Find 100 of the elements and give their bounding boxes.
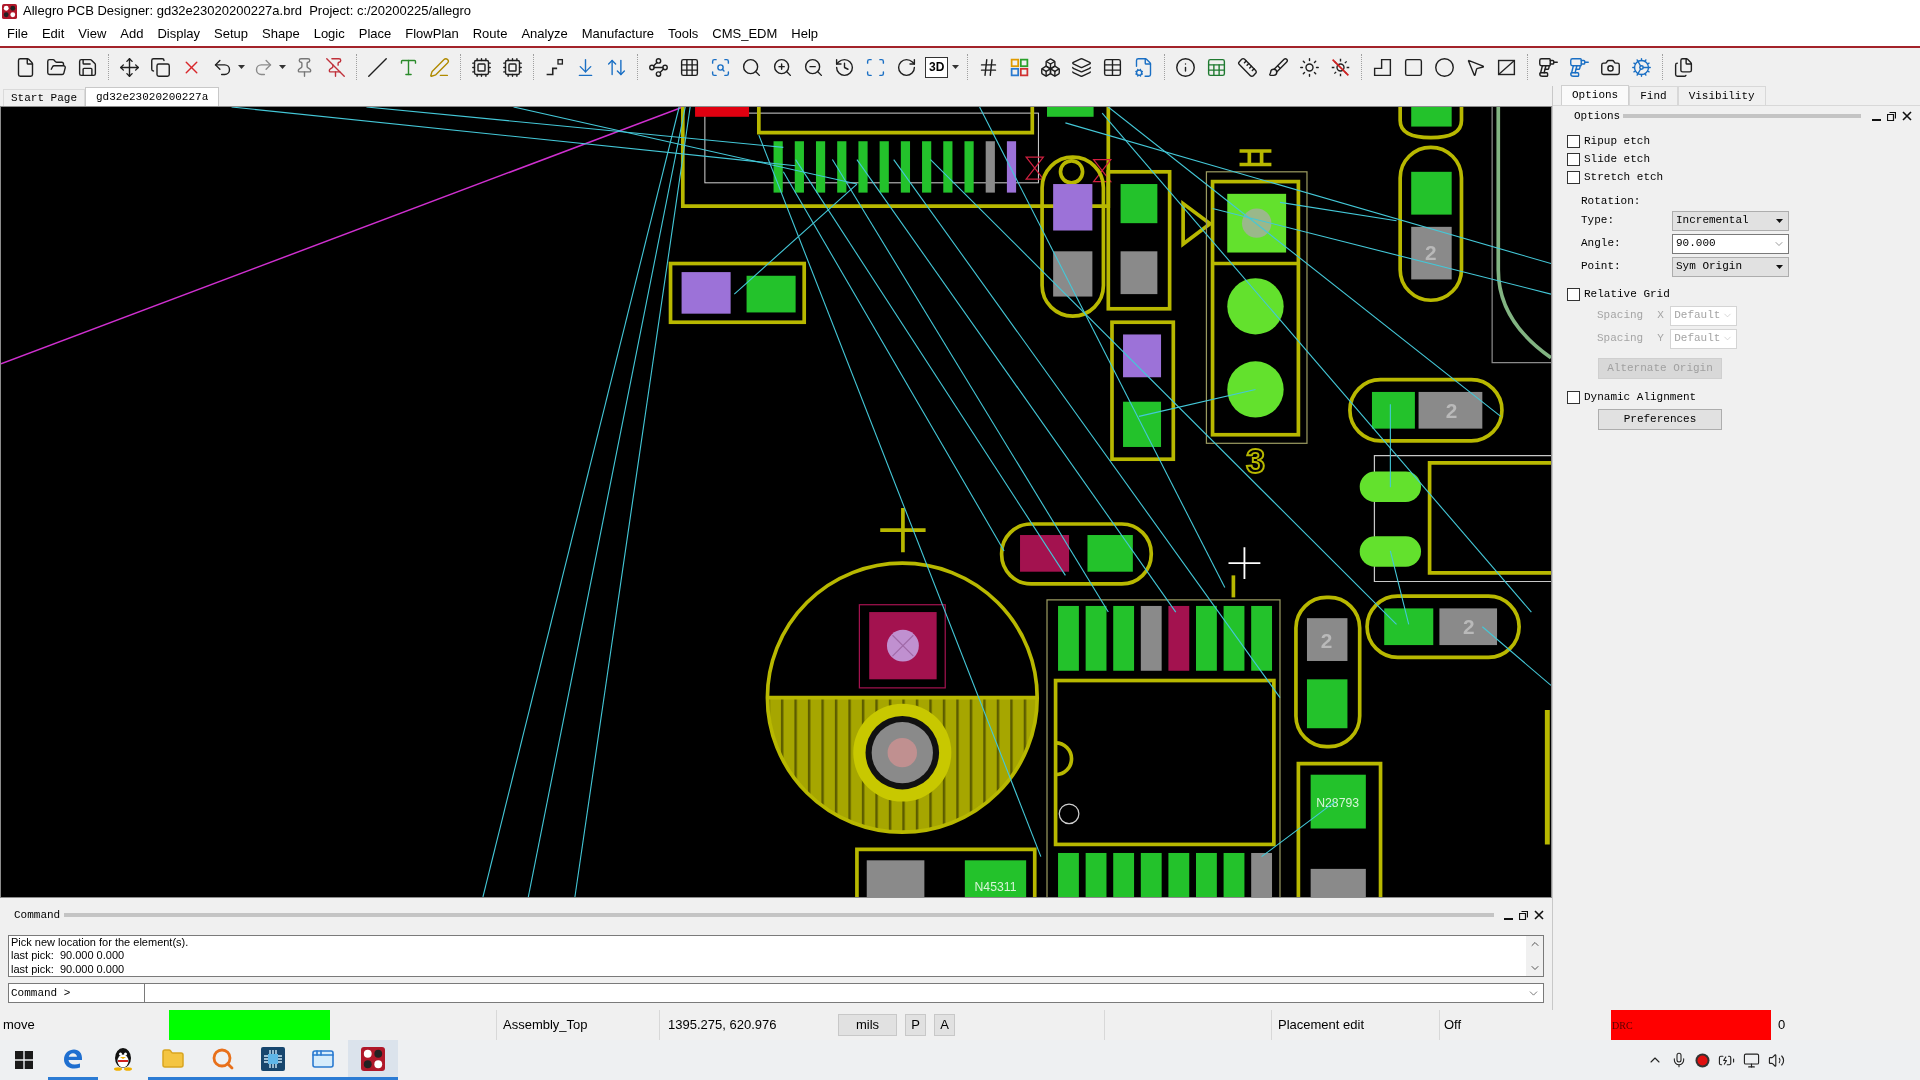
close-icon[interactable] xyxy=(1534,910,1544,920)
cursor-coordinates: 1395.275, 620.976 xyxy=(667,1016,778,1035)
command-input[interactable] xyxy=(145,983,1544,1003)
search-icon[interactable] xyxy=(741,56,762,78)
color-squares-icon[interactable] xyxy=(1009,56,1031,78)
field-label: Angle: xyxy=(1581,236,1622,252)
folder-icon[interactable] xyxy=(46,56,67,78)
sun-slash-icon[interactable] xyxy=(1330,56,1352,78)
panel-tab[interactable]: Find xyxy=(1629,86,1678,105)
windows-logo-icon[interactable] xyxy=(15,1051,33,1069)
checkbox[interactable] xyxy=(1567,152,1580,166)
menu-item[interactable]: FlowPlan xyxy=(398,24,466,44)
menu-item[interactable]: Logic xyxy=(306,24,352,44)
monitor-icon[interactable] xyxy=(1743,1051,1760,1069)
brush-icon[interactable] xyxy=(1268,56,1290,78)
toggle-button[interactable]: P xyxy=(905,1014,926,1036)
taskbar-button[interactable] xyxy=(348,1040,398,1080)
menu-item[interactable]: View xyxy=(71,24,114,44)
menu-item[interactable]: Display xyxy=(150,24,208,44)
ruler-icon[interactable] xyxy=(1237,56,1259,78)
chip-icon[interactable] xyxy=(502,56,523,78)
caret-icon[interactable] xyxy=(238,65,245,69)
history-icon[interactable] xyxy=(834,56,855,78)
checkbox-label: Relative Grid xyxy=(1584,286,1670,302)
sun-icon[interactable] xyxy=(1299,56,1321,78)
panel-tab[interactable]: Options xyxy=(1561,85,1630,105)
zoom-search-icon[interactable] xyxy=(710,56,731,78)
refresh-icon[interactable] xyxy=(896,56,917,78)
panel-tab[interactable]: Visibility xyxy=(1677,86,1766,105)
pin-off-icon[interactable] xyxy=(325,56,346,78)
axis-label: Y xyxy=(1657,331,1665,347)
checkbox[interactable] xyxy=(1567,134,1580,148)
menu-item[interactable]: Analyze xyxy=(514,24,575,44)
menu-item[interactable]: Shape xyxy=(255,24,307,44)
close-icon[interactable] xyxy=(1902,111,1912,121)
stacked-pages-icon[interactable] xyxy=(1673,56,1695,78)
move-icon[interactable] xyxy=(119,56,140,78)
chip-icon[interactable] xyxy=(471,56,492,78)
scan-frame-icon[interactable] xyxy=(865,56,886,78)
plus-marker xyxy=(878,506,928,554)
gear-icon[interactable] xyxy=(1631,56,1653,78)
units-button[interactable]: mils xyxy=(838,1014,897,1036)
microphone-icon[interactable] xyxy=(1671,1052,1687,1068)
grid-icon[interactable] xyxy=(679,56,700,78)
record-icon[interactable] xyxy=(1695,1052,1710,1068)
menu-item[interactable]: Route xyxy=(465,24,515,44)
save-icon[interactable] xyxy=(77,56,98,78)
line-icon[interactable] xyxy=(367,56,388,78)
boxes-icon[interactable] xyxy=(1040,56,1062,78)
caret-icon[interactable] xyxy=(279,65,286,69)
zoom-in-icon[interactable] xyxy=(772,56,793,78)
window-title: Allegro PCB Designer: gd32e23020200227a.brd Project: c:/20200225/allegro xyxy=(23,2,472,21)
menu-item[interactable]: Manufacture xyxy=(574,24,661,44)
file-icon[interactable] xyxy=(15,56,36,78)
dropdown[interactable]: Sym Origin xyxy=(1672,256,1789,277)
table-icon[interactable] xyxy=(1102,56,1124,78)
zoom-out-icon[interactable] xyxy=(803,56,824,78)
menu-item[interactable]: Add xyxy=(113,24,151,44)
restore-icon[interactable] xyxy=(1887,111,1896,121)
step-line-icon[interactable] xyxy=(544,56,565,78)
menu-item[interactable]: Edit xyxy=(34,24,72,44)
checkbox[interactable] xyxy=(1567,287,1580,301)
document-tab[interactable]: Start Page xyxy=(3,89,85,106)
checkbox[interactable] xyxy=(1567,170,1580,184)
copy-icon[interactable] xyxy=(150,56,171,78)
toggle-button[interactable]: A xyxy=(934,1014,955,1036)
caret-icon[interactable] xyxy=(952,65,960,69)
refdes-label: 3 xyxy=(1245,441,1265,480)
snap-status: Off xyxy=(1443,1016,1463,1035)
connections-icon[interactable] xyxy=(648,56,669,78)
footprint-drawing xyxy=(1398,107,1464,140)
menu-item[interactable]: Place xyxy=(351,24,399,44)
ratsnest-line xyxy=(1481,626,1551,686)
menu-item[interactable]: Setup xyxy=(207,24,256,44)
magnifier-icon xyxy=(211,1046,235,1071)
rectangle-icon[interactable] xyxy=(1403,56,1425,78)
caret-icon[interactable] xyxy=(1776,218,1783,223)
caret-icon[interactable] xyxy=(1776,264,1783,269)
speaker-icon[interactable] xyxy=(1768,1051,1785,1069)
combo-box[interactable]: 90.000 xyxy=(1672,233,1789,254)
info-icon[interactable] xyxy=(1175,56,1197,78)
ibeam-marker xyxy=(1237,149,1274,167)
drill-icon[interactable] xyxy=(1538,56,1560,78)
view-3d-button[interactable]: 3D xyxy=(925,56,949,78)
restore-icon[interactable] xyxy=(1519,910,1528,920)
menu-item[interactable]: Help xyxy=(784,24,826,44)
log-line: Pick new location for the element(s). xyxy=(11,936,189,950)
menu-item[interactable]: File xyxy=(0,24,35,44)
menu-item[interactable]: CMS_EDM xyxy=(705,24,785,44)
menu-item[interactable]: Tools xyxy=(660,24,706,44)
document-tab[interactable]: gd32e23020200227a xyxy=(85,87,220,106)
pencil-icon[interactable] xyxy=(429,56,450,78)
section-label: Rotation: xyxy=(1581,194,1641,209)
layers-icon[interactable] xyxy=(1071,56,1093,78)
status-mode: move xyxy=(2,1016,36,1035)
preferences-button[interactable]: Preferences xyxy=(1598,409,1722,430)
dropdown[interactable]: Incremental xyxy=(1672,210,1789,231)
checkbox[interactable] xyxy=(1567,390,1580,404)
circle-icon[interactable] xyxy=(1434,56,1456,78)
l-shape-icon[interactable] xyxy=(1372,56,1394,78)
